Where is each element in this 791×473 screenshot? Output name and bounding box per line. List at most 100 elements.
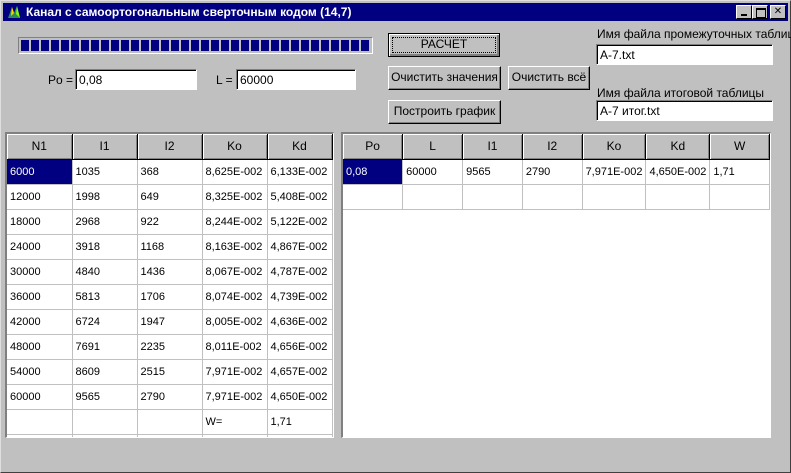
column-header[interactable]: N1: [7, 134, 73, 160]
intermediate-file-input[interactable]: A-7.txt: [596, 44, 773, 65]
table-row[interactable]: 42000 6724 1947 8,005E-002 4,636E-002: [7, 309, 333, 335]
column-header[interactable]: L: [402, 134, 464, 160]
table-cell[interactable]: 7,971E-002: [202, 359, 268, 385]
table-cell[interactable]: 18000: [7, 209, 73, 235]
table-cell[interactable]: 12000: [7, 184, 73, 210]
table-cell[interactable]: 4,657E-002: [267, 359, 333, 385]
table-cell[interactable]: 6724: [72, 309, 138, 335]
table-cell[interactable]: [462, 184, 523, 210]
table-cell[interactable]: 54000: [7, 359, 73, 385]
table-cell[interactable]: [402, 184, 464, 210]
table-row[interactable]: 54000 8609 2515 7,971E-002 4,657E-002: [7, 359, 333, 385]
table-cell[interactable]: 6,133E-002: [267, 159, 333, 185]
po-input[interactable]: 0,08: [75, 69, 197, 90]
table-cell[interactable]: 8,074E-002: [202, 284, 268, 310]
maximize-icon[interactable]: [752, 5, 768, 19]
table-cell[interactable]: 4,650E-002: [645, 159, 711, 185]
l-input[interactable]: 60000: [236, 69, 356, 90]
table-cell[interactable]: 8,244E-002: [202, 209, 268, 235]
title-bar[interactable]: Канал с самоортогональным сверточным код…: [3, 3, 788, 21]
table-row[interactable]: 24000 3918 1168 8,163E-002 4,867E-002: [7, 234, 333, 260]
table-cell[interactable]: 60000: [402, 159, 464, 185]
table-row[interactable]: [7, 434, 333, 437]
table-cell[interactable]: 2515: [137, 359, 203, 385]
table-cell[interactable]: 4,867E-002: [267, 234, 333, 260]
table-cell[interactable]: 1947: [137, 309, 203, 335]
table-cell[interactable]: [709, 184, 770, 210]
table-cell[interactable]: 48000: [7, 334, 73, 360]
table-cell[interactable]: W=: [202, 409, 268, 435]
table-cell[interactable]: 30000: [7, 259, 73, 285]
table-cell[interactable]: 42000: [7, 309, 73, 335]
table-cell[interactable]: [72, 409, 138, 435]
table-cell[interactable]: 7691: [72, 334, 138, 360]
column-header[interactable]: Kd: [267, 134, 333, 160]
table-cell[interactable]: 5,122E-002: [267, 209, 333, 235]
plot-button[interactable]: Построить график: [388, 100, 501, 124]
column-header[interactable]: Kd: [645, 134, 711, 160]
table-cell[interactable]: 9565: [72, 384, 138, 410]
table-cell[interactable]: 60000: [7, 384, 73, 410]
column-header[interactable]: I2: [522, 134, 583, 160]
table-cell[interactable]: 2790: [137, 384, 203, 410]
table-cell[interactable]: 8,067E-002: [202, 259, 268, 285]
column-header[interactable]: I1: [462, 134, 523, 160]
table-cell[interactable]: [267, 434, 333, 437]
table-row[interactable]: [343, 184, 770, 210]
table-cell[interactable]: 7,971E-002: [582, 159, 647, 185]
table-cell[interactable]: 1998: [72, 184, 138, 210]
table-row[interactable]: 18000 2968 922 8,244E-002 5,122E-002: [7, 209, 333, 235]
table-cell[interactable]: 0,08: [343, 159, 404, 185]
table-cell[interactable]: 2790: [522, 159, 583, 185]
table-cell[interactable]: 6000: [7, 159, 73, 185]
table-cell[interactable]: 4840: [72, 259, 138, 285]
table-row[interactable]: 60000 9565 2790 7,971E-002 4,650E-002: [7, 384, 333, 410]
table-cell[interactable]: 1436: [137, 259, 203, 285]
table-cell[interactable]: 2968: [72, 209, 138, 235]
table-cell[interactable]: [7, 434, 73, 437]
table-cell[interactable]: [645, 184, 711, 210]
minimize-icon[interactable]: [736, 5, 752, 19]
table-cell[interactable]: [7, 409, 73, 435]
table-cell[interactable]: 5,408E-002: [267, 184, 333, 210]
table-cell[interactable]: 368: [137, 159, 203, 185]
table-cell[interactable]: [137, 409, 203, 435]
table-cell[interactable]: 1706: [137, 284, 203, 310]
column-header[interactable]: I2: [137, 134, 203, 160]
final-file-input[interactable]: A-7 итог.txt: [596, 100, 773, 121]
table-cell[interactable]: 649: [137, 184, 203, 210]
close-icon[interactable]: ✕: [770, 5, 786, 19]
table-cell[interactable]: 4,636E-002: [267, 309, 333, 335]
table-cell[interactable]: [582, 184, 647, 210]
table-row[interactable]: 6000 1035 368 8,625E-002 6,133E-002: [7, 159, 333, 185]
table-cell[interactable]: 36000: [7, 284, 73, 310]
table-row[interactable]: 12000 1998 649 8,325E-002 5,408E-002: [7, 184, 333, 210]
column-header[interactable]: Po: [343, 134, 404, 160]
final-results-grid[interactable]: Po L I1 I2 Ko Kd W 0,08 60000 9565 2790 7,971E-002…: [341, 132, 771, 438]
table-cell[interactable]: [522, 184, 583, 210]
column-header[interactable]: Ko: [582, 134, 647, 160]
table-row[interactable]: 48000 7691 2235 8,011E-002 4,656E-002: [7, 334, 333, 360]
column-header[interactable]: I1: [72, 134, 138, 160]
table-cell[interactable]: 8,325E-002: [202, 184, 268, 210]
table-cell[interactable]: 4,739E-002: [267, 284, 333, 310]
table-cell[interactable]: [72, 434, 138, 437]
table-cell[interactable]: 1168: [137, 234, 203, 260]
table-cell[interactable]: 8,625E-002: [202, 159, 268, 185]
table-cell[interactable]: 9565: [462, 159, 523, 185]
table-cell[interactable]: 1,71: [267, 409, 333, 435]
table-cell[interactable]: 24000: [7, 234, 73, 260]
table-cell[interactable]: [137, 434, 203, 437]
table-cell[interactable]: 1035: [72, 159, 138, 185]
table-row[interactable]: 30000 4840 1436 8,067E-002 4,787E-002: [7, 259, 333, 285]
table-cell[interactable]: 8,005E-002: [202, 309, 268, 335]
table-row[interactable]: 0,08 60000 9565 2790 7,971E-002 4,650E-002 1,7…: [343, 159, 770, 185]
table-cell[interactable]: 2235: [137, 334, 203, 360]
table-cell[interactable]: 4,650E-002: [267, 384, 333, 410]
table-cell[interactable]: 1,71: [709, 159, 770, 185]
intermediate-results-grid[interactable]: N1 I1 I2 Ko Kd 6000 1035 368 8,625E-002 6,133E-0…: [5, 132, 334, 438]
table-cell[interactable]: [343, 184, 404, 210]
table-cell[interactable]: 7,971E-002: [202, 384, 268, 410]
table-cell[interactable]: [202, 434, 268, 437]
table-cell[interactable]: 4,656E-002: [267, 334, 333, 360]
